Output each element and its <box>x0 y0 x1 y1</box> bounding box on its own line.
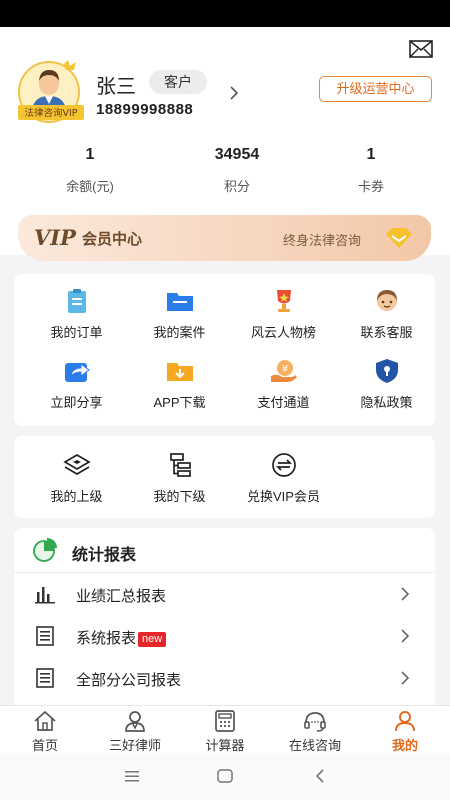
payment-icon: ¥ <box>270 360 297 382</box>
tab-mine[interactable]: 我的 <box>360 710 450 754</box>
team-my-superior[interactable]: 我的上级 <box>24 452 129 505</box>
pie-chart-icon <box>33 538 57 562</box>
report-system[interactable]: 系统报表 new <box>14 615 435 657</box>
chevron-right-icon <box>401 587 410 601</box>
service-my-cases[interactable]: 我的案件 <box>127 288 232 341</box>
user-name: 张三 <box>96 76 136 98</box>
mail-icon[interactable] <box>409 40 433 58</box>
team-panel: 我的上级 我的下级 兑换VIP会员 <box>14 436 435 518</box>
clipboard-icon <box>67 289 86 313</box>
tab-label: 我的 <box>391 738 418 753</box>
service-label: 联系客服 <box>360 325 413 340</box>
bottom-tab-bar: 首页 三好律师 计算器 在线咨询 我的 <box>0 705 450 753</box>
stat-balance[interactable]: 1 余额(元) <box>30 146 150 195</box>
report-label: 系统报表 new <box>76 627 167 648</box>
vip-subtitle: 终身法律咨询 <box>283 233 362 248</box>
service-label: 风云人物榜 <box>250 325 316 340</box>
service-app-download[interactable]: APP下载 <box>127 358 232 411</box>
tab-label: 首页 <box>31 738 58 753</box>
vip-member-card[interactable]: VIP 会员中心 终身法律咨询 <box>18 215 431 261</box>
home-square-icon[interactable] <box>216 768 234 784</box>
service-my-orders[interactable]: 我的订单 <box>24 288 129 341</box>
team-label: 兑换VIP会员 <box>247 489 320 504</box>
tab-home[interactable]: 首页 <box>0 710 90 754</box>
menu-icon[interactable] <box>123 768 141 784</box>
diamond-icon <box>386 228 412 248</box>
vip-title: 会员中心 <box>82 231 143 248</box>
services-panel: 我的订单 我的案件 风云人物榜 联系客服 立即分享 APP下载 ¥ 支付通道 隐… <box>14 274 435 426</box>
service-label: 隐私政策 <box>360 395 413 410</box>
customer-service-icon <box>376 290 397 311</box>
exchange-icon <box>271 453 296 477</box>
stat-coupons-label: 卡券 <box>357 179 384 194</box>
upgrade-operations-button[interactable]: 升级运营中心 <box>319 76 432 102</box>
stat-balance-label: 余额(元) <box>66 179 114 194</box>
service-payment[interactable]: ¥ 支付通道 <box>231 358 336 411</box>
calculator-icon <box>215 710 235 732</box>
report-label: 业绩汇总报表 <box>76 588 167 605</box>
system-nav-bar <box>0 753 450 800</box>
report-label: 全部分公司报表 <box>76 672 182 689</box>
tab-calculator[interactable]: 计算器 <box>180 710 270 754</box>
tab-online-consult[interactable]: 在线咨询 <box>270 710 360 754</box>
hierarchy-icon <box>169 453 191 477</box>
home-icon <box>34 710 56 731</box>
status-bar <box>0 0 450 27</box>
team-label: 我的上级 <box>50 489 103 504</box>
service-share[interactable]: 立即分享 <box>24 358 129 411</box>
reports-title: 统计报表 <box>72 547 137 564</box>
stat-coupons-value: 1 <box>366 146 376 163</box>
headset-icon <box>304 712 326 732</box>
tab-lawyers[interactable]: 三好律师 <box>90 710 180 754</box>
service-contact[interactable]: 联系客服 <box>334 288 439 341</box>
team-exchange-vip[interactable]: 兑换VIP会员 <box>231 452 336 505</box>
lawyer-icon <box>125 711 145 732</box>
user-phone: 18899998888 <box>96 101 194 118</box>
stat-points[interactable]: 34954 积分 <box>177 146 297 195</box>
share-icon <box>64 363 90 382</box>
chevron-right-icon <box>401 671 410 685</box>
service-label: 支付通道 <box>257 395 310 410</box>
back-icon[interactable] <box>311 768 329 784</box>
tab-label: 在线咨询 <box>288 738 341 753</box>
stat-balance-value: 1 <box>85 146 95 163</box>
person-icon <box>395 711 415 732</box>
tab-label: 计算器 <box>205 738 245 753</box>
stat-coupons[interactable]: 1 卡券 <box>311 146 431 195</box>
team-label: 我的下级 <box>153 489 206 504</box>
service-label: 我的案件 <box>153 325 206 340</box>
shield-lock-icon <box>375 359 398 383</box>
vip-logo: VIP <box>34 225 76 250</box>
document-icon <box>36 626 54 646</box>
service-privacy[interactable]: 隐私政策 <box>334 358 439 411</box>
role-badge: 客户 <box>149 70 207 94</box>
avatar-badge-text: 法律咨询VIP <box>24 107 77 119</box>
tab-label: 三好律师 <box>108 738 161 753</box>
report-all-branches[interactable]: 全部分公司报表 <box>14 657 435 699</box>
service-label: APP下载 <box>153 395 206 410</box>
trophy-icon <box>276 290 291 312</box>
service-label: 我的订单 <box>50 325 103 340</box>
stat-points-label: 积分 <box>223 179 250 194</box>
service-label: 立即分享 <box>50 395 103 410</box>
folder-icon <box>166 293 193 311</box>
bar-chart-icon <box>35 587 55 604</box>
team-my-subordinate[interactable]: 我的下级 <box>127 452 232 505</box>
svg-text:¥: ¥ <box>281 364 287 375</box>
layers-icon <box>62 454 91 475</box>
avatar[interactable]: 法律咨询VIP <box>16 58 86 124</box>
new-badge: new <box>138 632 167 647</box>
stat-points-value: 34954 <box>214 146 260 163</box>
report-performance-summary[interactable]: 业绩汇总报表 <box>14 573 435 615</box>
chevron-right-icon[interactable] <box>227 84 241 102</box>
download-icon <box>166 363 193 381</box>
chevron-right-icon <box>401 629 410 643</box>
document-icon <box>36 668 54 688</box>
service-leaderboard[interactable]: 风云人物榜 <box>231 288 336 341</box>
